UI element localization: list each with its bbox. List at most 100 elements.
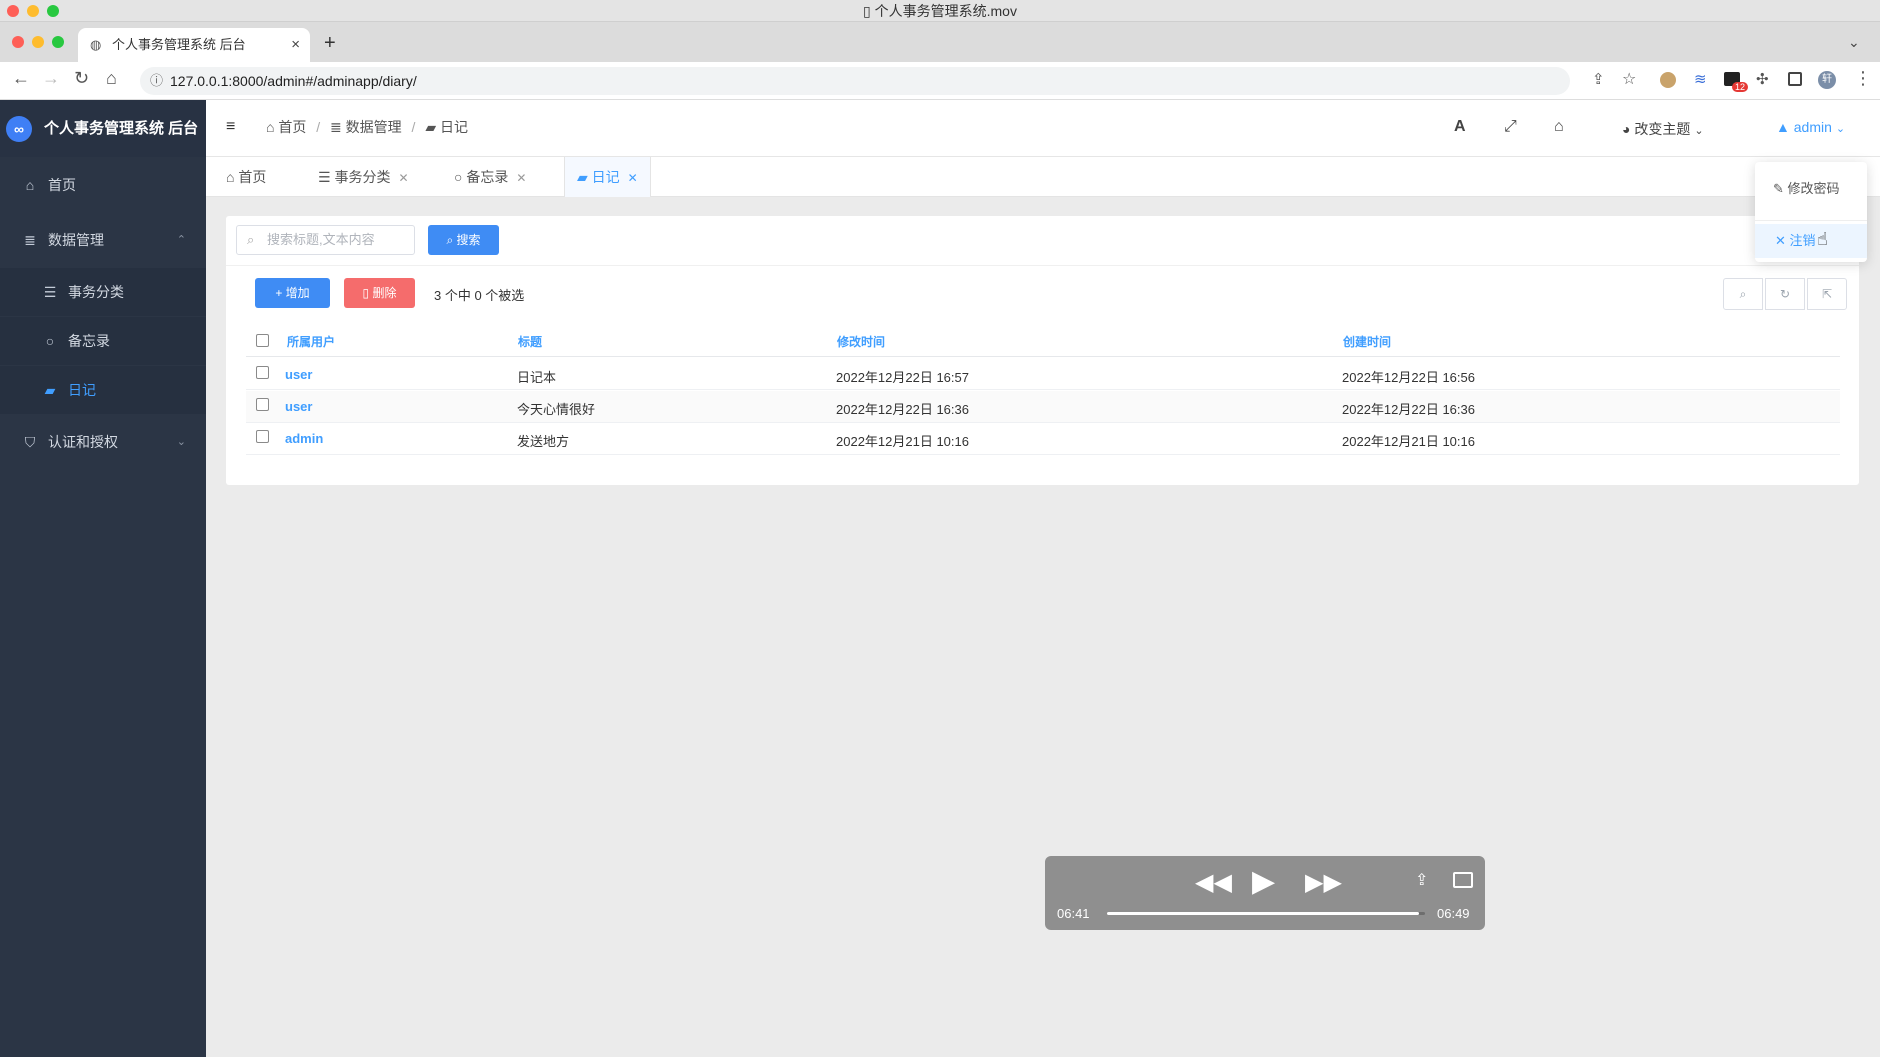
extension-layers-icon[interactable]: ≋ [1694,70,1707,88]
search-placeholder: 搜索标题,文本内容 [267,232,375,247]
font-size-button[interactable]: A [1454,118,1466,136]
zoom-window-button-2[interactable] [52,36,64,48]
browser-menu-icon[interactable]: ⋮ [1854,68,1872,89]
add-button-label: 增加 [285,286,310,300]
share-icon[interactable]: ⇪ [1415,870,1428,890]
picture-in-picture-icon[interactable] [1453,872,1473,888]
close-tab-icon[interactable]: × [291,28,300,62]
home-icon: ⌂ [25,177,35,193]
owner-link[interactable]: user [285,399,312,414]
extension-avatar-icon[interactable] [1660,72,1676,88]
menu-toggle-icon[interactable]: ≡ [226,118,235,136]
home-icon[interactable]: ⌂ [1554,118,1564,136]
owner-link[interactable]: admin [285,431,323,446]
home-icon: ⌂ [226,169,239,185]
close-window-button-2[interactable] [12,36,24,48]
puzzle-icon[interactable]: ✣ [1756,70,1769,88]
tab-label: 日记 [591,169,620,185]
user-dropdown[interactable]: ▲ admin ⌄ [1776,119,1845,135]
refresh-icon[interactable]: ↻ [1765,278,1805,310]
select-all-checkbox[interactable] [256,334,269,347]
tab-label: 首页 [238,169,267,185]
browser-tab[interactable]: ◍ 个人事务管理系统 后台 × [78,28,310,62]
row-checkbox[interactable] [256,398,269,411]
close-tab-icon[interactable]: ✕ [398,171,408,185]
logout-item[interactable]: ✕ 注销 [1755,224,1867,258]
row-checkbox[interactable] [256,366,269,379]
breadcrumb-separator: / [411,119,416,135]
fullscreen-icon[interactable]: ⤢ [1504,118,1517,136]
search-button-label: 搜索 [456,233,481,247]
breadcrumb-item[interactable]: 数据管理 [346,119,402,135]
url-input[interactable]: ⓘ 127.0.0.1:8000/admin#/adminapp/diary/ [140,67,1570,95]
tab-search-chevron-icon[interactable]: ⌄ [1848,34,1860,51]
sidebar-item-label: 认证和授权 [48,434,118,450]
hand-cursor-icon: ☝ [1817,229,1828,249]
sidebar-item-data-management[interactable]: ≣ 数据管理 ⌃ [0,216,206,264]
book-icon: ▰ [577,169,592,185]
delete-button-label: 删除 [372,286,397,300]
selection-counter: 3 个中 0 个被选 [434,288,525,303]
elapsed-time: 06:41 [1057,906,1090,921]
tab-home[interactable]: ⌂ 首页 [214,157,278,197]
shield-icon: ⛉ [24,434,36,450]
tab-diary[interactable]: ▰ 日记 ✕ [564,157,651,197]
home-icon[interactable]: ⌂ [106,68,117,89]
theme-dropdown[interactable]: ◕ 改变主题 ⌄ [1622,119,1704,139]
filter-search-icon[interactable]: ⌕ [1723,278,1763,310]
breadcrumb-item[interactable]: 首页 [278,119,306,135]
change-password-label: 修改密码 [1787,181,1840,196]
table-header [246,324,1840,357]
reload-icon[interactable]: ↻ [74,68,89,89]
new-tab-button[interactable]: + [324,32,336,55]
plus-icon: + [275,286,286,300]
minimize-window-button[interactable] [27,5,39,17]
col-owner[interactable]: 所属用户 [287,333,335,350]
info-icon: ⓘ [150,73,164,88]
close-tab-icon[interactable]: ✕ [628,171,638,185]
sidebar-item-diary[interactable]: ▰ 日记 [0,366,206,414]
sidebar-item-auth[interactable]: ⛉ 认证和授权 ⌄ [0,418,206,466]
minimize-window-button-2[interactable] [32,36,44,48]
sidebar-item-home[interactable]: ⌂ 首页 [0,161,206,209]
bookmark-star-icon[interactable]: ☆ [1622,69,1636,89]
close-window-button[interactable] [7,5,19,17]
rewind-icon[interactable]: ◀◀ [1195,868,1232,897]
sidebar-item-categories[interactable]: ☰ 事务分类 [0,268,206,316]
close-tab-icon[interactable]: ✕ [516,171,526,185]
modified-cell: 2022年12月22日 16:36 [836,402,969,417]
title-cell: 今天心情很好 [517,402,596,417]
col-created[interactable]: 创建时间 [1343,333,1391,350]
table-row [246,391,1840,423]
back-arrow-icon[interactable]: ← [12,68,30,89]
zoom-window-button[interactable] [47,5,59,17]
total-time: 06:49 [1437,906,1470,921]
search-button[interactable]: ⌕ 搜索 [428,225,499,255]
delete-button[interactable]: ▯ 删除 [344,278,415,308]
created-cell: 2022年12月21日 10:16 [1342,434,1475,449]
col-title[interactable]: 标题 [518,333,542,350]
fast-forward-icon[interactable]: ▶▶ [1305,868,1342,897]
chevron-down-icon: ⌄ [1694,125,1704,137]
export-icon[interactable]: ⇱ [1807,278,1847,310]
search-input[interactable]: ⌕ 搜索标题,文本内容 [236,225,415,255]
sidebar-item-memo[interactable]: ○ 备忘录 [0,317,206,365]
forward-arrow-icon[interactable]: → [42,68,60,89]
owner-link[interactable]: user [285,367,312,382]
play-icon[interactable]: ▶ [1252,864,1275,899]
palette-icon: ◕ [1622,121,1635,137]
change-password-item[interactable]: ✎ 修改密码 [1773,178,1840,197]
tab-memo[interactable]: ○ 备忘录 ✕ [442,157,538,197]
share-icon[interactable]: ⇪ [1592,70,1605,88]
browser-tab-title: 个人事务管理系统 后台 [112,37,246,52]
col-modified[interactable]: 修改时间 [837,333,885,350]
divider [226,265,1859,266]
profile-avatar[interactable]: 轩 [1818,71,1836,89]
tab-categories[interactable]: ☰ 事务分类 ✕ [306,157,421,197]
sidebar-panel-icon[interactable] [1788,72,1802,86]
sidebar-item-label: 备忘录 [68,333,110,349]
progress-track[interactable] [1107,912,1425,915]
row-checkbox[interactable] [256,430,269,443]
add-button[interactable]: + 增加 [255,278,330,308]
window-title: 个人事务管理系统.mov [874,3,1017,19]
